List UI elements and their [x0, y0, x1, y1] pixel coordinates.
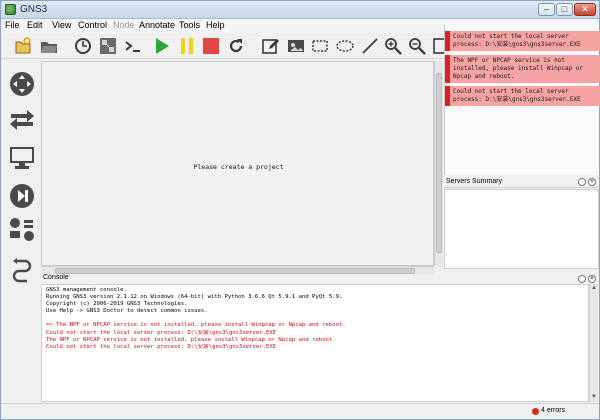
- console-error-line: Could not start the local server process…: [46, 329, 277, 336]
- routers-icon[interactable]: [9, 71, 35, 97]
- security-devices-icon[interactable]: [9, 183, 35, 209]
- window-title: GNS3: [20, 4, 48, 15]
- menu-help[interactable]: Help: [206, 20, 225, 30]
- minimize-button[interactable]: –: [538, 3, 555, 16]
- notification-npcap-error[interactable]: The NPF or NPCAP service is not installe…: [445, 55, 600, 83]
- new-project-icon[interactable]: [13, 36, 33, 56]
- error-icon: [532, 408, 539, 415]
- draw-rectangle-icon[interactable]: [310, 36, 330, 56]
- scroll-down-icon[interactable]: ▼: [591, 394, 597, 400]
- stop-all-icon[interactable]: [201, 36, 221, 56]
- add-link-icon[interactable]: [9, 257, 35, 283]
- console-error-line: => The NPF or NPCAP service is not insta…: [46, 322, 346, 329]
- title-bar: GNS3 – □ ✕: [1, 1, 599, 19]
- snapshot-clock-icon[interactable]: [73, 36, 93, 56]
- canvas-message: Please create a project: [193, 163, 284, 171]
- menu-edit[interactable]: Edit: [27, 20, 43, 30]
- add-note-icon[interactable]: [261, 36, 281, 56]
- switches-icon[interactable]: [9, 107, 35, 133]
- menu-control[interactable]: Control: [78, 20, 107, 30]
- gns3-window: GNS3 – □ ✕ File Edit View Control Node A…: [0, 0, 600, 420]
- float-panel-icon[interactable]: [578, 275, 586, 283]
- notification-line: process: D:\安装\gns3\gns3server.EXE: [453, 41, 581, 48]
- menu-node[interactable]: Node: [113, 20, 135, 30]
- notification-line: Could not start the local server: [453, 88, 569, 95]
- console-error-line: Could not start the local server process…: [46, 343, 277, 350]
- start-all-icon[interactable]: [152, 36, 172, 56]
- canvas-vertical-scroll-thumb[interactable]: [436, 73, 442, 253]
- draw-line-icon[interactable]: [360, 36, 380, 56]
- console-error-line: The NPF or NPCAP service is not installe…: [46, 336, 336, 343]
- servers-summary-header: Servers Summary ×: [444, 177, 599, 188]
- console-line: Use Help -> GNS3 Doctor to detect common…: [46, 308, 208, 315]
- reload-all-icon[interactable]: [226, 36, 246, 56]
- show-interface-labels-icon[interactable]: [98, 36, 118, 56]
- error-count[interactable]: 4 errors: [541, 407, 565, 414]
- topology-summary-panel: Could not start the local server process…: [444, 25, 600, 175]
- maximize-button[interactable]: □: [556, 3, 573, 16]
- notification-server-error[interactable]: Could not start the local server process…: [445, 31, 600, 51]
- devices-panel: [3, 61, 39, 283]
- menu-tools[interactable]: Tools: [179, 20, 200, 30]
- suspend-all-icon[interactable]: [177, 36, 197, 56]
- topology-canvas[interactable]: Please create a project: [41, 61, 434, 266]
- console-output[interactable]: GNS3 management console. Running GNS3 ver…: [41, 284, 589, 402]
- scroll-up-icon[interactable]: ▲: [591, 285, 597, 291]
- servers-summary-list: [444, 189, 599, 269]
- notification-line: process: D:\安装\gns3\gns3server.EXE: [453, 96, 581, 103]
- console-line: GNS3 management console.: [46, 287, 127, 293]
- notification-line: installed, please install Winpcap or: [453, 65, 584, 72]
- notification-line: Could not start the local server: [453, 33, 569, 40]
- console-title: Console: [43, 274, 69, 281]
- console-line: Running GNS3 version 2.1.12 on Windows (…: [46, 294, 343, 301]
- insert-image-icon[interactable]: [286, 36, 306, 56]
- notification-server-error[interactable]: Could not start the local server process…: [445, 86, 600, 106]
- canvas-vertical-scrollbar[interactable]: [434, 61, 443, 266]
- console-scrollbar[interactable]: ▲ ▼: [589, 284, 598, 402]
- console-header: Console ×: [41, 274, 599, 284]
- servers-summary-title: Servers Summary: [446, 178, 503, 185]
- draw-ellipse-icon[interactable]: [335, 36, 355, 56]
- close-panel-icon[interactable]: ×: [588, 275, 596, 283]
- float-panel-icon[interactable]: [578, 178, 586, 186]
- console-line: Copyright (c) 2006-2019 GNS3 Technologie…: [46, 301, 188, 308]
- all-devices-icon[interactable]: [9, 217, 35, 243]
- zoom-in-icon[interactable]: [383, 36, 403, 56]
- menu-file[interactable]: File: [5, 20, 20, 30]
- end-devices-icon[interactable]: [9, 145, 35, 171]
- status-bar: 4 errors: [1, 403, 599, 419]
- menu-annotate[interactable]: Annotate: [139, 20, 175, 30]
- open-project-icon[interactable]: [39, 36, 59, 56]
- menu-view[interactable]: View: [52, 20, 71, 30]
- console-all-icon[interactable]: [123, 36, 143, 56]
- notification-line: Npcap and reboot.: [453, 73, 515, 80]
- zoom-out-icon[interactable]: [407, 36, 427, 56]
- close-panel-icon[interactable]: ×: [588, 178, 596, 186]
- notification-line: The NPF or NPCAP service is not: [453, 57, 565, 64]
- gns3-app-icon: [5, 4, 16, 15]
- close-button[interactable]: ✕: [574, 3, 596, 16]
